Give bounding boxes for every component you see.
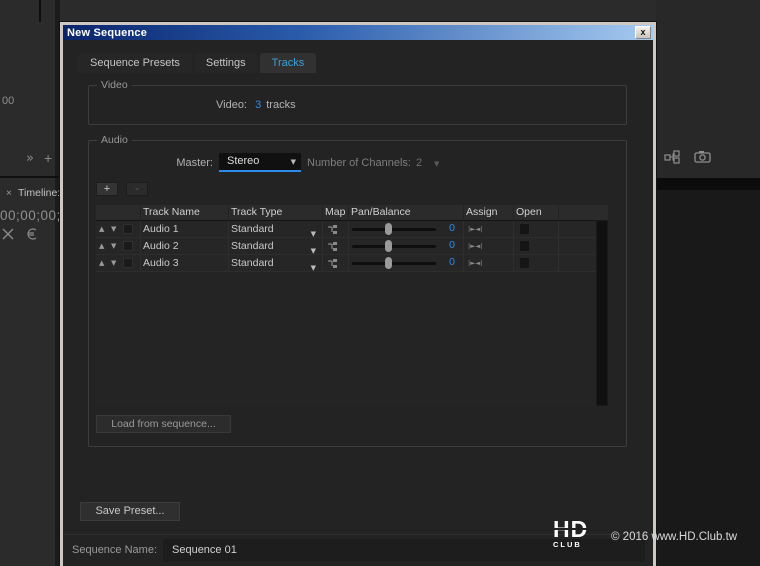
panel-divider bbox=[39, 0, 41, 22]
chevron-down-icon: ▼ bbox=[311, 260, 316, 276]
move-up-icon[interactable]: ▲ bbox=[99, 225, 104, 233]
table-scrollbar[interactable] bbox=[596, 220, 608, 406]
open-checkbox[interactable] bbox=[519, 240, 530, 252]
scrollbar-thumb[interactable] bbox=[597, 221, 607, 405]
pan-slider-handle[interactable] bbox=[385, 240, 392, 252]
chevron-down-icon: ▼ bbox=[434, 160, 439, 168]
watermark: HD CLUB © 2016 www.HD.Club.tw bbox=[553, 518, 737, 549]
row-checkbox[interactable] bbox=[123, 241, 133, 251]
header-map: Map bbox=[323, 205, 349, 220]
master-label: Master: bbox=[109, 157, 213, 169]
row-checkbox[interactable] bbox=[123, 258, 133, 268]
premiere-app-screen: 00 » + × Timeline: ( 00;00;00; bbox=[0, 0, 760, 566]
open-checkbox[interactable] bbox=[519, 223, 530, 235]
pan-slider-handle[interactable] bbox=[385, 223, 392, 235]
channels-label: Number of Channels: bbox=[307, 157, 411, 169]
track-name-cell[interactable]: Audio 2 bbox=[141, 238, 229, 254]
tab-tracks[interactable]: Tracks bbox=[260, 53, 317, 73]
track-type-dropdown[interactable]: Standard ▼ bbox=[229, 221, 323, 237]
table-row: ▲ ▼ Audio 2 Standard ▼ 0 bbox=[96, 238, 608, 255]
pan-slider-handle[interactable] bbox=[385, 257, 392, 269]
timeline-timecode[interactable]: 00;00;00; bbox=[0, 208, 60, 223]
hdclub-logo: HD CLUB bbox=[553, 518, 605, 549]
load-from-sequence-button[interactable]: Load from sequence... bbox=[96, 415, 231, 433]
track-type-dropdown[interactable]: Standard ▼ bbox=[229, 238, 323, 254]
timeline-close-icon[interactable]: × bbox=[6, 188, 12, 199]
dialog-titlebar[interactable]: New Sequence x bbox=[63, 25, 653, 40]
header-track-name: Track Name bbox=[141, 205, 229, 220]
audio-group: Audio Master: Stereo ▼ Number of Channel… bbox=[88, 140, 627, 447]
watermark-copyright: © 2016 www.HD.Club.tw bbox=[611, 531, 737, 543]
move-down-icon[interactable]: ▼ bbox=[111, 259, 116, 267]
move-down-icon[interactable]: ▼ bbox=[111, 242, 116, 250]
new-sequence-dialog: New Sequence x Sequence Presets Settings… bbox=[60, 22, 656, 566]
video-tracks-suffix: tracks bbox=[266, 99, 295, 111]
overflow-chevron-icon[interactable]: » bbox=[26, 151, 34, 166]
pan-value[interactable]: 0 bbox=[449, 222, 455, 234]
pan-slider-track[interactable] bbox=[352, 228, 436, 231]
pan-value[interactable]: 0 bbox=[449, 239, 455, 251]
tab-sequence-presets[interactable]: Sequence Presets bbox=[78, 53, 192, 73]
timecode-fragment: 00 bbox=[2, 95, 14, 107]
logo-slit bbox=[553, 528, 599, 530]
export-frame-camera-icon[interactable] bbox=[694, 150, 712, 167]
sequence-name-label: Sequence Name: bbox=[72, 544, 157, 556]
pan-value[interactable]: 0 bbox=[449, 256, 455, 268]
hdclub-logo-sub: CLUB bbox=[553, 540, 605, 549]
header-controls bbox=[96, 205, 141, 220]
header-assign: Assign bbox=[464, 205, 514, 220]
map-icon[interactable] bbox=[327, 241, 338, 255]
track-name-cell[interactable]: Audio 1 bbox=[141, 221, 229, 237]
move-up-icon[interactable]: ▲ bbox=[99, 259, 104, 267]
assign-icon[interactable]: |►◄| bbox=[468, 242, 482, 250]
program-monitor-area bbox=[656, 190, 760, 566]
close-button[interactable]: x bbox=[635, 26, 651, 39]
pan-slider-track[interactable] bbox=[352, 262, 436, 265]
background-left-panel: 00 » + × Timeline: ( 00;00;00; bbox=[0, 0, 60, 566]
assign-icon[interactable]: |►◄| bbox=[468, 225, 482, 233]
remove-track-button[interactable]: - bbox=[126, 182, 148, 196]
move-up-icon[interactable]: ▲ bbox=[99, 242, 104, 250]
master-dropdown-value: Stereo bbox=[227, 155, 259, 167]
add-track-button[interactable]: + bbox=[96, 182, 118, 196]
save-preset-button[interactable]: Save Preset... bbox=[80, 502, 180, 521]
audio-group-legend: Audio bbox=[97, 134, 132, 146]
panel-divider-band bbox=[656, 178, 760, 190]
track-name-cell[interactable]: Audio 3 bbox=[141, 255, 229, 271]
open-checkbox[interactable] bbox=[519, 257, 530, 269]
tab-settings[interactable]: Settings bbox=[194, 53, 258, 73]
header-open: Open bbox=[514, 205, 559, 220]
map-icon[interactable] bbox=[327, 224, 338, 238]
snap-tool-icon[interactable] bbox=[26, 228, 38, 243]
table-header-row: Track Name Track Type Map Pan/Balance As… bbox=[96, 205, 608, 221]
chevron-down-icon: ▼ bbox=[291, 158, 296, 166]
video-group: Video Video: 3 tracks bbox=[88, 85, 627, 125]
timeline-panel-title: Timeline: ( bbox=[18, 187, 60, 199]
header-pan-balance: Pan/Balance bbox=[349, 205, 464, 220]
pan-slider-track[interactable] bbox=[352, 245, 436, 248]
table-row: ▲ ▼ Audio 1 Standard ▼ 0 bbox=[96, 221, 608, 238]
dialog-tabs: Sequence Presets Settings Tracks bbox=[78, 53, 318, 73]
row-checkbox[interactable] bbox=[123, 224, 133, 234]
map-icon[interactable] bbox=[327, 258, 338, 272]
button-editor-icon[interactable] bbox=[664, 150, 682, 167]
video-group-legend: Video bbox=[97, 79, 132, 91]
assign-icon[interactable]: |►◄| bbox=[468, 259, 482, 267]
header-track-type: Track Type bbox=[229, 205, 323, 220]
table-row: ▲ ▼ Audio 3 Standard ▼ 0 bbox=[96, 255, 608, 272]
move-down-icon[interactable]: ▼ bbox=[111, 225, 116, 233]
audio-tracks-table: Track Name Track Type Map Pan/Balance As… bbox=[96, 205, 608, 406]
background-right-panel bbox=[656, 0, 760, 566]
panel-horizontal-divider bbox=[0, 176, 60, 178]
track-type-dropdown[interactable]: Standard ▼ bbox=[229, 255, 323, 271]
dialog-title: New Sequence bbox=[63, 27, 147, 39]
channels-dropdown-value[interactable]: 2 bbox=[416, 157, 422, 169]
timeline-tool-icon[interactable] bbox=[2, 228, 16, 243]
video-tracks-value[interactable]: 3 bbox=[255, 99, 261, 111]
video-tracks-label: Video: bbox=[216, 99, 247, 111]
master-dropdown[interactable]: Stereo ▼ bbox=[219, 153, 301, 172]
add-icon[interactable]: + bbox=[44, 150, 52, 166]
